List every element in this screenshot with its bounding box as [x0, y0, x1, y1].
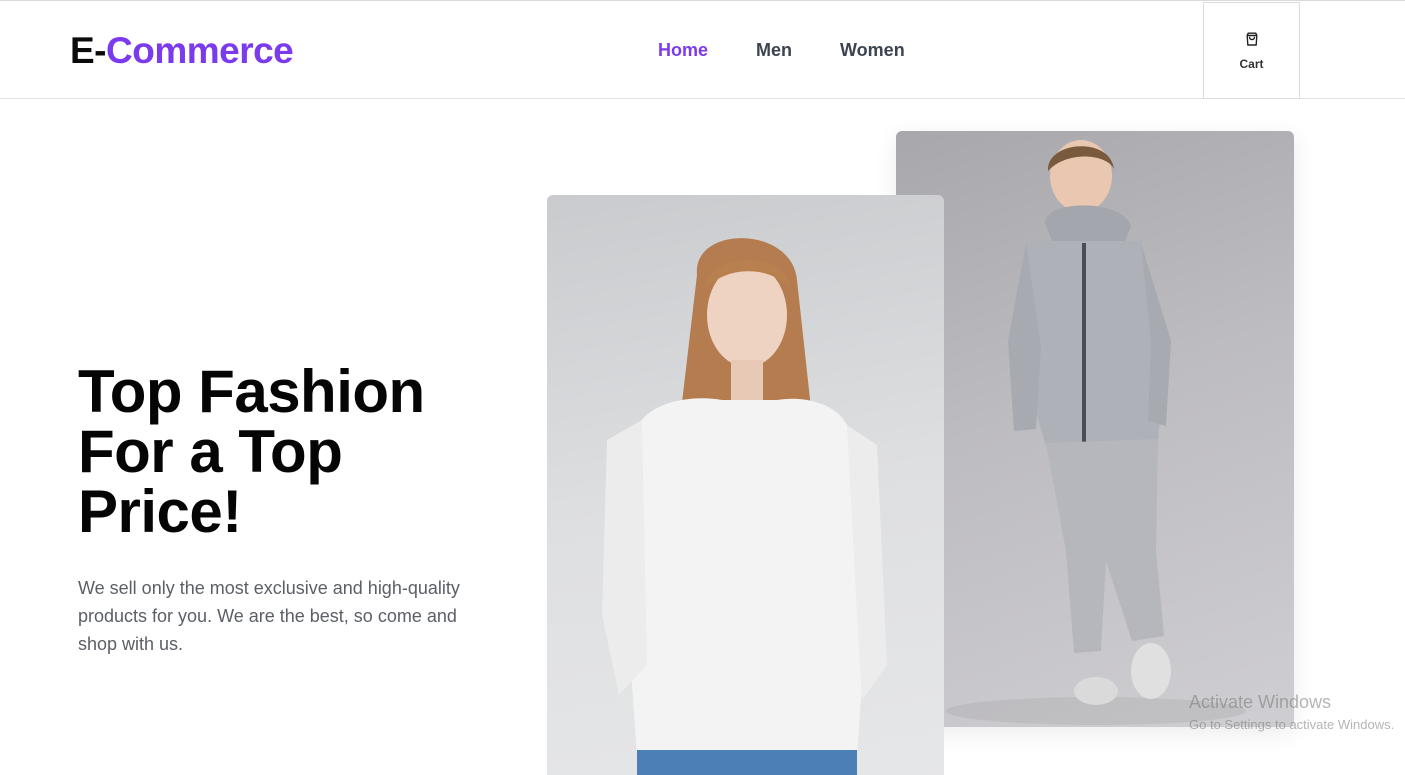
logo-suffix: Commerce	[106, 30, 294, 71]
main-nav: Home Men Women	[658, 39, 905, 61]
watermark-title: Activate Windows	[1189, 692, 1332, 712]
windows-activation-watermark: Activate Windows Go to Settings to activ…	[1189, 691, 1394, 734]
site-logo[interactable]: E-Commerce	[70, 29, 294, 73]
cart-button[interactable]: Cart	[1203, 2, 1300, 99]
cart-label: Cart	[1239, 56, 1264, 71]
shopping-bag-icon	[1244, 31, 1260, 52]
hero-image-girl	[547, 195, 944, 775]
logo-prefix: E-	[70, 30, 107, 71]
navbar: E-Commerce Home Men Women Cart	[0, 1, 1405, 99]
hero-title: Top Fashion For a Top Price!	[78, 358, 425, 545]
nav-link-men[interactable]: Men	[756, 39, 792, 61]
nav-link-women[interactable]: Women	[840, 39, 905, 61]
nav-link-home[interactable]: Home	[658, 39, 708, 61]
watermark-subtitle: Go to Settings to activate Windows.	[1189, 717, 1395, 732]
hero-description: We sell only the most exclusive and high…	[78, 578, 460, 654]
hero-image-boy	[896, 131, 1294, 727]
